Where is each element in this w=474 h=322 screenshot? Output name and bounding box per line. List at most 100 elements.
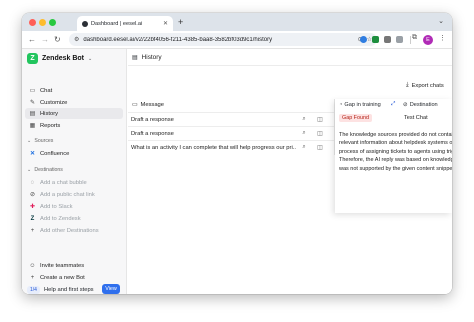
sidebar-item-create-bot[interactable]: + Create a new Bot bbox=[25, 272, 123, 283]
explanation-line: relevant information about helpdesk syst… bbox=[339, 140, 452, 147]
sidebar-item-label: Add to Slack bbox=[40, 203, 73, 210]
sources-label: Sources bbox=[34, 138, 54, 144]
sidebar-item-confluence[interactable]: ✕ Confluence bbox=[25, 148, 123, 159]
sidebar-item-label: Create a new Bot bbox=[40, 274, 85, 281]
new-tab-button[interactable]: + bbox=[178, 17, 183, 27]
page-title: History bbox=[141, 53, 162, 61]
sidebar-item-invite-teammates[interactable]: ☺ Invite teammates bbox=[25, 260, 123, 271]
plus-icon: + bbox=[30, 227, 35, 234]
search-icon[interactable]: ⌕ bbox=[296, 144, 312, 151]
browser-tab[interactable]: Dashboard | eesel.ai ✕ bbox=[77, 16, 173, 31]
row-message: What is an activity I can complete that … bbox=[131, 144, 296, 151]
create-bot-icon: + bbox=[30, 274, 35, 281]
app-area: Z Zendesk Bot ⌄ ▭ Chat ✎ Customize ▤ His… bbox=[22, 49, 452, 294]
sidebar-item-add-zendesk[interactable]: Z Add to Zendesk bbox=[25, 213, 123, 224]
forward-arrow-icon[interactable]: → bbox=[41, 34, 49, 45]
progress-badge: 1/4 bbox=[27, 286, 40, 294]
expand-icon[interactable]: ⤢ bbox=[391, 101, 399, 108]
sidebar-item-history[interactable]: ▤ History bbox=[25, 108, 123, 119]
invite-icon: ☺ bbox=[29, 262, 36, 269]
more-menu-icon[interactable]: ⋮ bbox=[439, 34, 446, 42]
sidebar-item-label: Add other Destinations bbox=[40, 227, 99, 234]
zendesk-icon: Z bbox=[30, 215, 35, 222]
destinations-label: Destinations bbox=[34, 167, 63, 173]
maximize-window-button[interactable] bbox=[49, 19, 56, 26]
extension-icon[interactable] bbox=[384, 36, 391, 43]
sidebar: Z Zendesk Bot ⌄ ▭ Chat ✎ Customize ▤ His… bbox=[22, 49, 127, 294]
open-panel-icon[interactable]: ◫ bbox=[312, 144, 328, 151]
open-panel-icon[interactable]: ◫ bbox=[312, 116, 328, 123]
sidebar-item-chat[interactable]: ▭ Chat bbox=[25, 85, 123, 96]
address-bar-row: ← → ↻ ⚙ dashboard.eesel.ai/v2/22bf4056-f… bbox=[22, 31, 452, 49]
gap-icon: ◔ bbox=[339, 101, 343, 108]
site-info-icon[interactable]: ⚙ bbox=[74, 36, 79, 43]
sidebar-item-label: Reports bbox=[40, 122, 61, 129]
help-first-steps[interactable]: 1/4 Help and first steps bbox=[27, 286, 94, 294]
sidebar-item-add-public-link[interactable]: ⊘ Add a public chat link bbox=[25, 189, 123, 200]
search-icon[interactable]: ⌕ bbox=[296, 130, 312, 137]
sidebar-item-add-chat-bubble[interactable]: ◌ Add a chat bubble bbox=[25, 177, 123, 188]
extension-icon[interactable] bbox=[372, 36, 379, 43]
puzzle-icon[interactable]: ⧉ bbox=[412, 34, 417, 42]
reports-icon: ▦ bbox=[29, 123, 36, 129]
page-header: ▤ History bbox=[128, 49, 452, 66]
open-panel-icon[interactable]: ◫ bbox=[312, 130, 328, 137]
destinations-section-toggle[interactable]: ⌄ Destinations bbox=[27, 167, 63, 173]
column-header-destination[interactable]: ⊘ Destination bbox=[399, 102, 438, 108]
eesel-favicon-icon bbox=[82, 20, 88, 27]
url-bar[interactable]: ⚙ dashboard.eesel.ai/v2/22bf4056-f211-43… bbox=[69, 33, 377, 46]
sidebar-item-add-other[interactable]: + Add other Destinations bbox=[25, 225, 123, 236]
extension-icon[interactable] bbox=[396, 36, 403, 43]
column-header-gap[interactable]: ◔ Gap in training bbox=[335, 102, 391, 108]
bot-switcher[interactable]: Z Zendesk Bot ⌄ bbox=[27, 53, 92, 64]
row-message: Draft a response bbox=[131, 116, 174, 123]
sidebar-item-label: Add a chat bubble bbox=[40, 179, 87, 186]
minimize-window-button[interactable] bbox=[39, 19, 46, 26]
link-icon: ⊘ bbox=[403, 101, 408, 108]
export-chats-button[interactable]: ⤓ Export chats bbox=[406, 82, 444, 89]
detail-header: ◔ Gap in training ⤢ ⊘ Destination bbox=[335, 99, 452, 110]
download-icon: ⤓ bbox=[406, 82, 409, 88]
extension-icon[interactable] bbox=[360, 36, 367, 43]
explanation-line: The knowledge sources provided do not co… bbox=[339, 132, 452, 138]
table-row[interactable]: Draft a response ⌕ ◫ bbox=[128, 112, 334, 126]
chevron-down-icon: ⌄ bbox=[27, 138, 32, 144]
customize-icon: ✎ bbox=[29, 100, 36, 106]
sidebar-item-reports[interactable]: ▦ Reports bbox=[25, 120, 123, 131]
view-button[interactable]: View bbox=[102, 284, 120, 294]
tab-list-chevron-icon[interactable]: ⌄ bbox=[438, 17, 444, 25]
sidebar-item-label: Confluence bbox=[40, 150, 70, 157]
sidebar-item-label: Add a public chat link bbox=[40, 191, 95, 198]
chat-bubble-icon: ◌ bbox=[30, 179, 35, 186]
sidebar-item-customize[interactable]: ✎ Customize bbox=[25, 97, 123, 108]
back-arrow-icon[interactable]: ← bbox=[28, 34, 36, 45]
close-window-button[interactable] bbox=[29, 19, 36, 26]
history-icon: ▤ bbox=[29, 111, 36, 117]
column-label: Gap in training bbox=[344, 101, 381, 108]
detail-panel: ◔ Gap in training ⤢ ⊘ Destination Gap Fo… bbox=[335, 99, 452, 213]
search-icon[interactable]: ⌕ bbox=[296, 116, 312, 123]
table-row[interactable]: What is an activity I can complete that … bbox=[128, 140, 334, 154]
sidebar-item-add-slack[interactable]: ✚ Add to Slack bbox=[25, 201, 123, 212]
gap-explanation: The knowledge sources provided do not co… bbox=[339, 131, 452, 173]
explanation-line: Therefore, the AI reply was based on kno… bbox=[339, 157, 452, 164]
toolbar-divider bbox=[410, 36, 411, 44]
history-icon: ▤ bbox=[132, 54, 138, 61]
profile-avatar[interactable]: E bbox=[423, 35, 433, 45]
destination-value: Test Chat bbox=[404, 115, 428, 121]
table-row[interactable]: Draft a response ⌕ ◫ bbox=[128, 126, 334, 140]
bot-name: Zendesk Bot bbox=[42, 55, 85, 62]
sidebar-item-label: Chat bbox=[40, 87, 53, 94]
url-text: dashboard.eesel.ai/v2/22bf4056-f211-4385… bbox=[83, 36, 273, 43]
message-icon: ▭ bbox=[132, 101, 138, 108]
reload-icon[interactable]: ↻ bbox=[54, 34, 61, 45]
column-header-message[interactable]: ▭ Message bbox=[128, 99, 334, 110]
sources-section-toggle[interactable]: ⌄ Sources bbox=[27, 138, 53, 144]
explanation-line: was not supported by the given content s… bbox=[339, 165, 452, 172]
explanation-line: process of assigning tickets to agents u… bbox=[339, 148, 452, 155]
sidebar-item-label: Add to Zendesk bbox=[40, 215, 81, 222]
export-label: Export chats bbox=[411, 82, 444, 89]
sidebar-item-label: Customize bbox=[40, 99, 68, 106]
column-label: Message bbox=[140, 101, 165, 108]
close-tab-icon[interactable]: ✕ bbox=[163, 20, 168, 27]
